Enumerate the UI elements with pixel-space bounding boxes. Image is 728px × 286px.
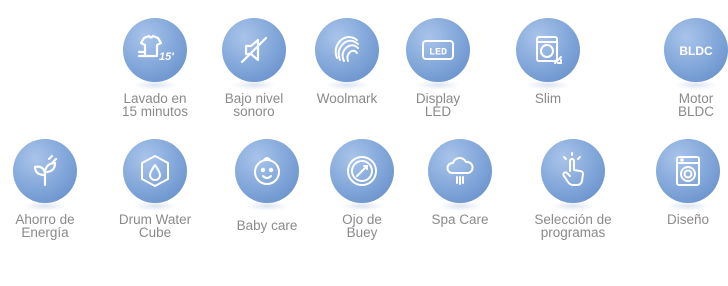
feature-disc [315,18,379,90]
feature-label: Baby care [236,218,298,233]
feature-label: Ojo de Buey [342,212,382,240]
feature-disc [656,139,720,211]
feature-label: Lavado en 15 minutos [121,91,189,119]
feature-disc: 15' [123,18,187,90]
woolmark-icon [334,36,359,62]
feature-motor-bldc: BLDC Motor BLDC [641,18,728,118]
feature-diseno: Diseño [633,139,728,226]
feature-disc [541,139,605,211]
eco-plug-icon [33,154,58,187]
feature-label: Ahorro de Energía [15,212,75,240]
porthole-icon [347,156,377,186]
feature-lavado-15: 15' Lavado en 15 minutos [100,18,210,118]
muted-speaker-icon [240,36,268,64]
feature-label: Bajo nivel sonoro [224,91,284,119]
feature-disc: BLDC [664,18,728,90]
feature-ojo-buey: Ojo de Buey [307,139,417,239]
led-display-icon: LED [422,40,454,60]
steam-cloud-icon [446,157,474,185]
feature-label: Diseño [666,212,710,227]
feature-drum-water: Drum Water Cube [100,139,210,239]
feature-slim: Slim [493,18,603,105]
svg-text:BLDC: BLDC [679,44,713,58]
feature-disc [123,139,187,211]
water-cube-icon [141,155,169,187]
baby-face-icon [254,157,280,185]
touch-hand-icon [562,152,584,186]
feature-disc [235,139,299,211]
svg-text:LED: LED [429,48,447,59]
feature-spa-care: Spa Care [405,139,515,226]
feature-display-led: LED Display LED [383,18,493,118]
svg-text:15': 15' [159,51,174,63]
feature-disc [13,139,77,211]
feature-label: Slim [534,91,562,106]
feature-disc [428,139,492,211]
feature-label: Drum Water Cube [118,212,192,240]
feature-ahorro: Ahorro de Energía [0,139,100,239]
feature-disc [516,18,580,90]
feature-disc [222,18,286,90]
feature-label: Motor BLDC [677,91,714,119]
bldc-motor-icon: BLDC [679,44,713,58]
feature-disc: LED [406,18,470,90]
shirt-15-icon: 15' [137,34,174,63]
feature-baby-care: Baby care [212,139,322,232]
feature-label: Woolmark [316,91,378,106]
feature-label: Selección de programas [534,212,612,240]
feature-disc [330,139,394,211]
feature-seleccion: Selección de programas [518,139,628,239]
feature-label: Display LED [415,91,461,119]
feature-label: Spa Care [431,212,489,227]
slim-washer-icon [536,36,562,64]
washer-front-icon [676,156,700,186]
